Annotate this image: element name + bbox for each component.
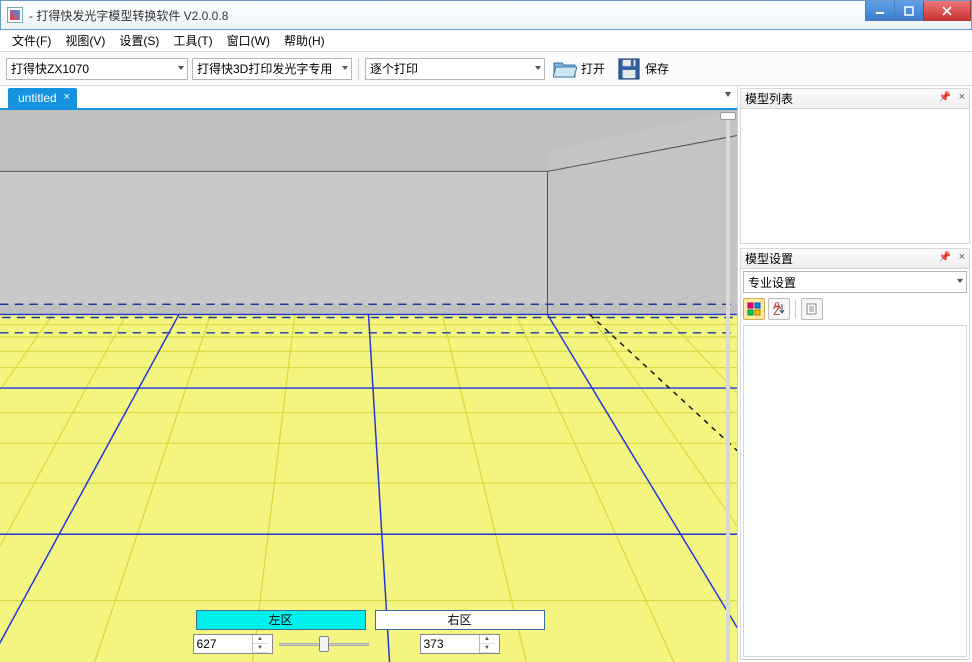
viewport-pane: untitled × bbox=[0, 86, 738, 662]
right-value-input[interactable] bbox=[421, 635, 479, 653]
alphabetical-view-button[interactable]: AZ bbox=[768, 298, 790, 320]
window-buttons bbox=[865, 1, 971, 23]
left-value-input[interactable] bbox=[194, 635, 252, 653]
menu-help[interactable]: 帮助(H) bbox=[278, 30, 331, 51]
toolbar: 打得快ZX1070 打得快3D打印发光字专用 逐个打印 打开 保存 bbox=[0, 52, 972, 86]
tab-label: untitled bbox=[18, 91, 57, 105]
window-titlebar: - 打得快发光字模型转换软件 V2.0.0.8 bbox=[0, 0, 972, 30]
maximize-button[interactable] bbox=[894, 1, 924, 21]
spinner-buttons[interactable]: ▲▼ bbox=[479, 635, 495, 653]
model-list-title: 模型列表 bbox=[745, 90, 793, 107]
menu-settings[interactable]: 设置(S) bbox=[113, 30, 165, 51]
tab-untitled[interactable]: untitled × bbox=[8, 88, 77, 108]
right-zone-button[interactable]: 右区 bbox=[375, 610, 545, 630]
close-icon bbox=[942, 6, 952, 16]
pin-icon[interactable]: 📌 bbox=[939, 252, 951, 263]
folder-open-icon bbox=[553, 59, 577, 79]
tab-close-icon[interactable]: × bbox=[61, 91, 73, 103]
main-area: untitled × bbox=[0, 86, 972, 662]
close-button[interactable] bbox=[923, 1, 971, 21]
model-settings-header: 模型设置 📌 × bbox=[741, 249, 969, 269]
print-mode-dropdown[interactable]: 逐个打印 bbox=[365, 58, 545, 80]
model-list-header: 模型列表 📌 × bbox=[741, 89, 969, 109]
model-settings-title: 模型设置 bbox=[745, 250, 793, 267]
app-icon bbox=[7, 7, 23, 23]
vertical-slider-track bbox=[726, 114, 730, 662]
left-value-spinner[interactable]: ▲▼ bbox=[193, 634, 273, 654]
zone-slider[interactable] bbox=[279, 634, 369, 654]
3d-viewport[interactable]: 左区 ▲▼ 右区 bbox=[0, 110, 737, 662]
toolbar-separator bbox=[795, 300, 796, 318]
pages-icon bbox=[805, 302, 819, 316]
zone-control-panel: 左区 ▲▼ 右区 bbox=[193, 610, 545, 654]
maximize-icon bbox=[904, 6, 914, 16]
chevron-down-icon bbox=[342, 66, 348, 70]
settings-mode-value: 专业设置 bbox=[748, 274, 796, 291]
chevron-down-icon bbox=[535, 66, 541, 70]
settings-toolbar: AZ bbox=[743, 297, 967, 321]
chevron-down-icon bbox=[957, 279, 963, 283]
save-button[interactable]: 保存 bbox=[613, 56, 673, 82]
open-button[interactable]: 打开 bbox=[549, 56, 609, 82]
menu-window[interactable]: 窗口(W) bbox=[221, 30, 276, 51]
right-panel-stack: 模型列表 📌 × 模型设置 📌 × 专业设置 AZ bbox=[738, 86, 972, 662]
categorized-icon bbox=[747, 302, 761, 316]
printer-model-dropdown[interactable]: 打得快ZX1070 bbox=[6, 58, 188, 80]
floppy-save-icon bbox=[617, 58, 641, 80]
svg-text:Z: Z bbox=[773, 304, 780, 316]
tabstrip-overflow-icon[interactable] bbox=[725, 92, 731, 97]
spinner-buttons[interactable]: ▲▼ bbox=[252, 635, 268, 653]
property-pages-button[interactable] bbox=[801, 298, 823, 320]
viewport-scene bbox=[0, 110, 737, 662]
save-label: 保存 bbox=[645, 60, 669, 77]
model-list-body[interactable] bbox=[741, 109, 969, 243]
model-list-panel: 模型列表 📌 × bbox=[740, 88, 970, 244]
minimize-button[interactable] bbox=[865, 1, 895, 21]
pin-icon[interactable]: 📌 bbox=[939, 92, 951, 103]
open-label: 打开 bbox=[581, 60, 605, 77]
panel-close-icon[interactable]: × bbox=[959, 91, 965, 103]
toolbar-separator bbox=[358, 58, 359, 80]
window-title: - 打得快发光字模型转换软件 V2.0.0.8 bbox=[29, 7, 228, 24]
menu-bar: 文件(F) 视图(V) 设置(S) 工具(T) 窗口(W) 帮助(H) bbox=[0, 30, 972, 52]
settings-mode-dropdown[interactable]: 专业设置 bbox=[743, 271, 967, 293]
print-mode-value: 逐个打印 bbox=[370, 60, 418, 77]
menu-file[interactable]: 文件(F) bbox=[6, 30, 57, 51]
model-settings-panel: 模型设置 📌 × 专业设置 AZ bbox=[740, 248, 970, 660]
document-tabstrip: untitled × bbox=[0, 86, 737, 108]
vertical-slider-thumb[interactable] bbox=[720, 112, 736, 120]
slider-thumb[interactable] bbox=[319, 636, 329, 652]
left-zone-button[interactable]: 左区 bbox=[196, 610, 366, 630]
property-grid[interactable] bbox=[743, 325, 967, 657]
model-mode-value: 打得快3D打印发光字专用 bbox=[197, 60, 332, 77]
vertical-slider[interactable] bbox=[719, 110, 737, 662]
model-mode-dropdown[interactable]: 打得快3D打印发光字专用 bbox=[192, 58, 352, 80]
right-value-spinner[interactable]: ▲▼ bbox=[420, 634, 500, 654]
categorized-view-button[interactable] bbox=[743, 298, 765, 320]
menu-view[interactable]: 视图(V) bbox=[59, 30, 111, 51]
printer-model-value: 打得快ZX1070 bbox=[11, 60, 89, 77]
panel-close-icon[interactable]: × bbox=[959, 251, 965, 263]
minimize-icon bbox=[875, 6, 885, 16]
menu-tools[interactable]: 工具(T) bbox=[167, 30, 218, 51]
sort-az-icon: AZ bbox=[772, 302, 786, 316]
chevron-down-icon bbox=[178, 66, 184, 70]
